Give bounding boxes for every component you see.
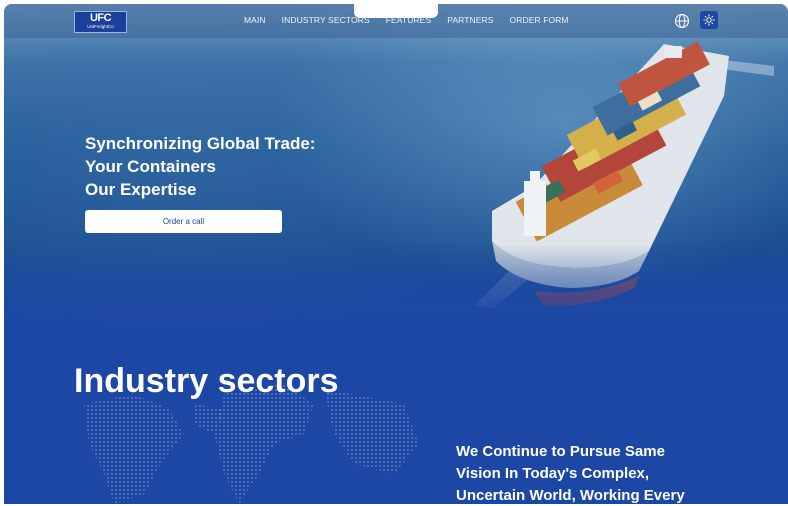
hero-title-line-1: Synchronizing Global Trade: bbox=[85, 134, 316, 153]
site-header: UFC UniFreightCo MAIN INDUSTRY SECTORS F… bbox=[4, 4, 788, 38]
globe-icon[interactable] bbox=[674, 13, 690, 29]
main-nav: MAIN INDUSTRY SECTORS FEATURES PARTNERS … bbox=[244, 15, 569, 25]
vision-line-2: Vision In Today's Complex, bbox=[456, 465, 650, 482]
vision-line-1: We Continue to Pursue Same bbox=[456, 443, 665, 460]
order-call-button[interactable]: Order a call bbox=[85, 210, 282, 233]
logo[interactable]: UFC UniFreightCo bbox=[74, 11, 127, 33]
hero-title-line-3: Our Expertise bbox=[85, 180, 197, 199]
theme-toggle-button[interactable] bbox=[700, 11, 718, 29]
hero-title: Synchronizing Global Trade: Your Contain… bbox=[85, 132, 315, 201]
nav-industry-sectors[interactable]: INDUSTRY SECTORS bbox=[282, 15, 370, 25]
nav-main[interactable]: MAIN bbox=[244, 15, 266, 25]
hero-title-line-2: Your Containers bbox=[85, 157, 216, 176]
section-title: Industry sectors bbox=[74, 362, 339, 400]
nav-features[interactable]: FEATURES bbox=[386, 15, 432, 25]
logo-subtitle: UniFreightCo bbox=[87, 24, 114, 29]
vision-line-3: Uncertain World, Working Every bbox=[456, 487, 685, 504]
hero-fade bbox=[4, 244, 788, 334]
vision-text: We Continue to Pursue Same Vision In Tod… bbox=[456, 441, 685, 504]
sun-icon bbox=[703, 14, 715, 26]
nav-order-form[interactable]: ORDER FORM bbox=[510, 15, 569, 25]
page-frame: Synchronizing Global Trade: Your Contain… bbox=[4, 4, 788, 504]
hero-section: Synchronizing Global Trade: Your Contain… bbox=[4, 4, 788, 334]
nav-partners[interactable]: PARTNERS bbox=[447, 15, 493, 25]
logo-mark: UFC bbox=[89, 12, 112, 24]
